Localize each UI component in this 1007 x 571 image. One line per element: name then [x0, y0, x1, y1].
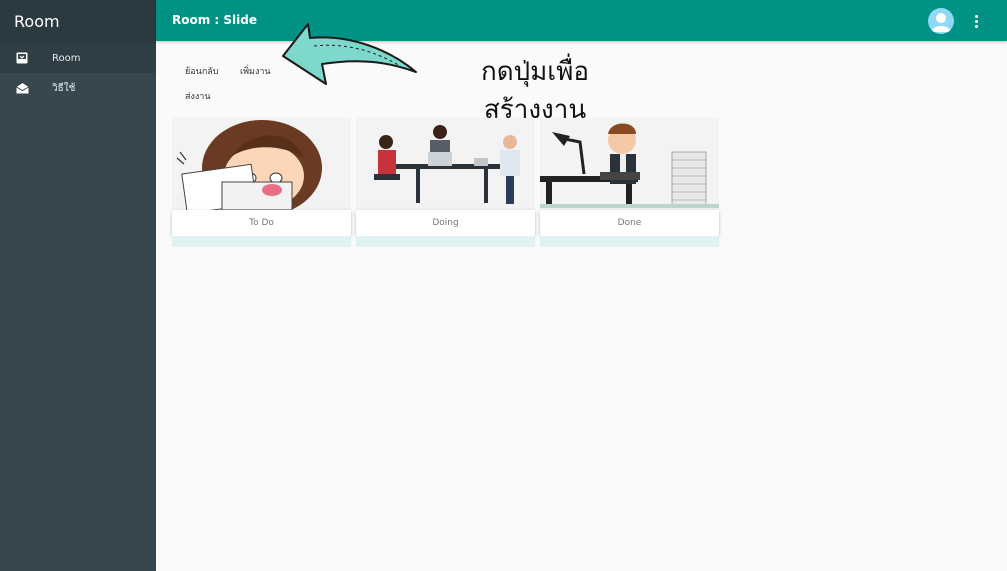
annotation-line-1: กดปุ่มเพื่อ	[481, 57, 589, 87]
board-label: Doing	[356, 210, 535, 236]
more-menu-icon[interactable]	[971, 13, 981, 29]
sidebar: Room Room วิธีใช้	[0, 0, 156, 571]
board-card-doing[interactable]: Doing	[356, 118, 535, 247]
add-task-button[interactable]: เพิ่มงาน	[240, 64, 271, 78]
inbox-icon	[16, 52, 30, 64]
sidebar-item-room[interactable]: Room	[0, 43, 156, 73]
doing-illustration	[356, 118, 535, 210]
sidebar-item-label: วิธีใช้	[52, 82, 76, 94]
sidebar-item-howto[interactable]: วิธีใช้	[0, 73, 156, 103]
sidebar-title: Room	[0, 0, 156, 43]
avatar[interactable]	[928, 8, 954, 34]
board-card-todo[interactable]: To Do	[172, 118, 351, 247]
user-icon	[931, 13, 951, 32]
back-button[interactable]: ย้อนกลับ	[185, 64, 219, 78]
done-illustration	[540, 118, 719, 210]
board-label: To Do	[172, 210, 351, 236]
mail-open-icon	[16, 82, 30, 94]
board-card-done[interactable]: Done	[540, 118, 719, 247]
sidebar-item-label: Room	[52, 52, 81, 64]
submit-task-button[interactable]: ส่งงาน	[185, 89, 211, 103]
todo-illustration	[172, 118, 351, 210]
board-label: Done	[540, 210, 719, 236]
arrow-icon	[282, 23, 417, 85]
page-title: Room : Slide	[172, 13, 257, 27]
